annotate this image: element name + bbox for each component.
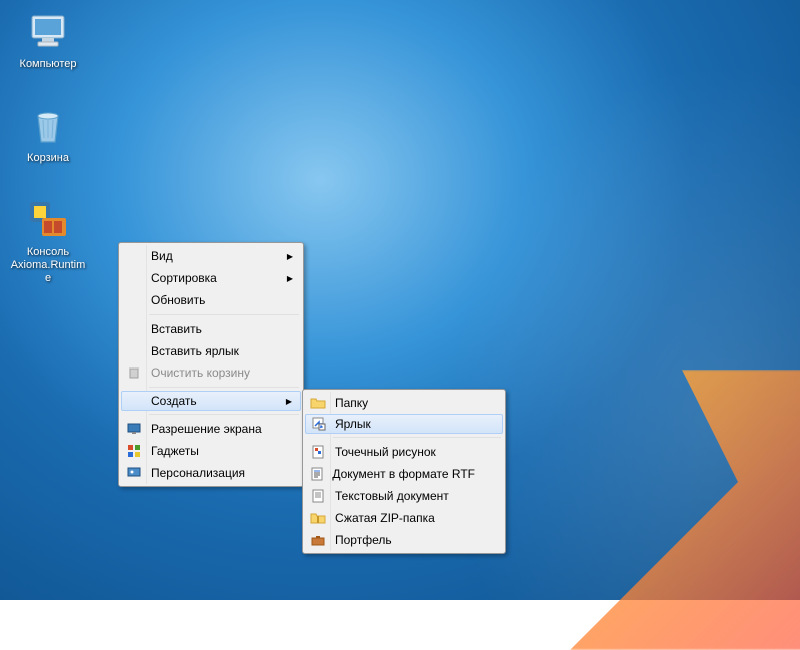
txt-icon xyxy=(305,485,331,507)
desktop-icon-label: Корзина xyxy=(10,152,86,165)
menu-item-new-bitmap[interactable]: Точечный рисунок xyxy=(305,441,503,463)
menu-item-refresh[interactable]: Обновить xyxy=(121,289,301,311)
desktop-icon-axioma[interactable]: Консоль Axioma.Runtime xyxy=(10,196,86,286)
desktop-icon-recycle[interactable]: Корзина xyxy=(10,102,86,165)
menu-item-personalize[interactable]: Персонализация xyxy=(121,462,301,484)
desktop-icon-computer[interactable]: Компьютер xyxy=(10,8,86,71)
menu-item-new-briefcase[interactable]: Портфель xyxy=(305,529,503,551)
desktop-icon-label: Консоль Axioma.Runtime xyxy=(10,246,86,286)
menu-item-paste[interactable]: Вставить xyxy=(121,318,301,340)
personalize-icon xyxy=(121,462,147,484)
menu-item-sort[interactable]: Сортировка xyxy=(121,267,301,289)
computer-icon xyxy=(24,8,72,56)
menu-item-create[interactable]: Создать xyxy=(121,391,301,411)
desktop[interactable]: Компьютер Корзина Консоль Axioma.Runtime… xyxy=(0,0,800,600)
trash-icon xyxy=(121,362,147,384)
menu-item-gadgets[interactable]: Гаджеты xyxy=(121,440,301,462)
menu-item-resolution[interactable]: Разрешение экрана xyxy=(121,418,301,440)
menu-item-new-zip[interactable]: Сжатая ZIP-папка xyxy=(305,507,503,529)
gadget-icon xyxy=(121,440,147,462)
shortcut-icon xyxy=(306,413,331,435)
menu-item-new-folder[interactable]: Папку xyxy=(305,392,503,414)
menu-item-empty-recycle: Очистить корзину xyxy=(121,362,301,384)
bitmap-icon xyxy=(305,441,331,463)
menu-item-new-rtf[interactable]: Документ в формате RTF xyxy=(305,463,503,485)
menu-item-view[interactable]: Вид xyxy=(121,245,301,267)
desktop-icon-label: Компьютер xyxy=(10,58,86,71)
menu-item-new-shortcut[interactable]: Ярлык xyxy=(305,414,503,434)
create-submenu: Папку Ярлык Точечный рисунок Документ в … xyxy=(302,389,506,554)
briefcase-icon xyxy=(305,529,331,551)
desktop-context-menu: Вид Сортировка Обновить Вставить Вставит… xyxy=(118,242,304,487)
screen-icon xyxy=(121,418,147,440)
menu-item-paste-shortcut[interactable]: Вставить ярлык xyxy=(121,340,301,362)
rtf-icon xyxy=(305,463,328,485)
console-icon xyxy=(24,196,72,244)
folder-icon xyxy=(305,392,331,414)
recycle-bin-icon xyxy=(24,102,72,150)
zip-icon xyxy=(305,507,331,529)
menu-item-new-txt[interactable]: Текстовый документ xyxy=(305,485,503,507)
